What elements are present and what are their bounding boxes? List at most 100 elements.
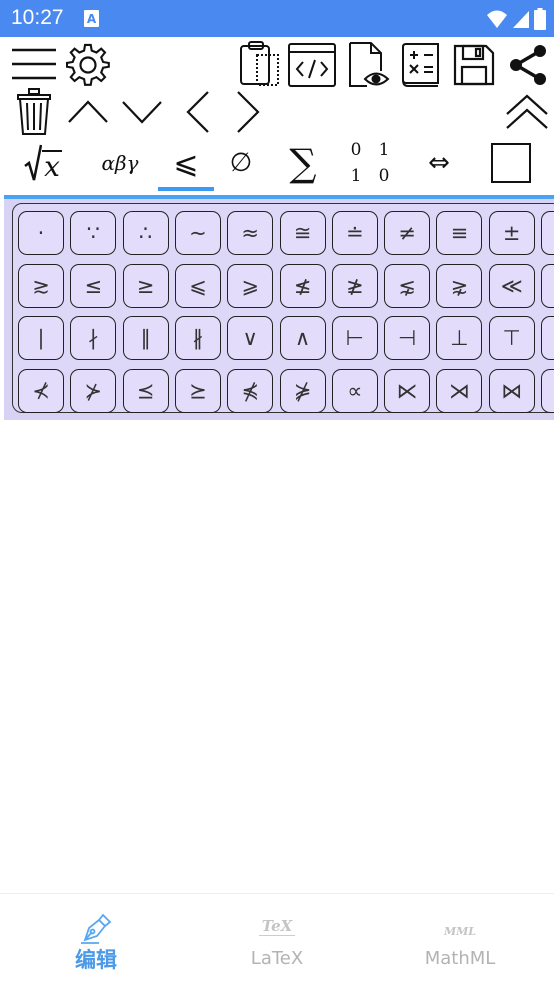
symbol-key[interactable]: ⋠	[227, 368, 274, 413]
menu-button[interactable]	[9, 44, 59, 84]
wifi-icon	[487, 10, 507, 28]
symbol-key[interactable]: ≐	[331, 211, 378, 255]
symbol-key[interactable]: ⊣	[384, 316, 431, 360]
symbol-key[interactable]: ≤	[70, 263, 117, 308]
symbol-key[interactable]: ≪	[488, 263, 535, 308]
nav-latex-label: LaTeX	[250, 948, 304, 969]
save-button[interactable]	[452, 42, 496, 88]
tab-sqrt[interactable]: x	[14, 140, 72, 186]
symbol-key[interactable]: ∣	[18, 316, 64, 360]
tab-sum[interactable]: ∑	[276, 140, 330, 186]
symbol-key[interactable]: ⋉	[384, 368, 431, 413]
preview-icon	[349, 42, 390, 87]
symbol-key[interactable]: ⋧	[436, 263, 483, 308]
symbol-key[interactable]: ∨	[227, 316, 274, 360]
symbol-key[interactable]: ⊢	[331, 316, 378, 360]
move-down-button[interactable]	[120, 94, 164, 130]
symbol-key[interactable]: ⋦	[384, 263, 431, 308]
symbol-key[interactable]: ⊥	[436, 316, 483, 360]
symbol-key[interactable]: ±	[488, 211, 535, 255]
mml-icon-text: MML	[443, 925, 477, 938]
symbol-key[interactable]: ·	[18, 211, 64, 255]
calculator-button[interactable]	[400, 42, 444, 88]
symbol-key[interactable]: ∼	[174, 211, 221, 255]
sqrt-icon	[24, 144, 43, 181]
move-left-button[interactable]	[180, 90, 216, 134]
symbol-key[interactable]: ∝	[331, 368, 378, 413]
symbol-key[interactable]: ⋈	[488, 368, 535, 413]
symbol-key[interactable]: ⊁	[70, 368, 117, 413]
symbol-key[interactable]: ⋡	[279, 368, 326, 413]
settings-button[interactable]	[64, 42, 112, 88]
nav-edit[interactable]: 编辑	[4, 894, 188, 985]
mml-icon: MML	[368, 920, 552, 939]
menu-icon	[12, 48, 56, 80]
symbol-key[interactable]: ∦	[174, 316, 221, 360]
nav-mathml[interactable]: MML MathML	[368, 894, 552, 985]
symbol-key-partial[interactable]	[541, 368, 554, 413]
tab-relations[interactable]: ⩽	[158, 140, 214, 186]
status-time: 10:27	[11, 6, 64, 29]
delete-button[interactable]	[14, 88, 54, 136]
tex-icon: TeX	[185, 916, 369, 936]
move-up-button[interactable]	[66, 94, 110, 130]
matrix-cell: 0	[378, 166, 390, 186]
battery-icon	[534, 8, 546, 30]
preview-button[interactable]	[344, 41, 392, 89]
tab-greek[interactable]: αβγ	[88, 140, 152, 186]
tab-arrows[interactable]: ⇔	[414, 140, 464, 186]
symbol-key[interactable]: ⋊	[436, 368, 483, 413]
share-button[interactable]	[506, 42, 550, 88]
symbol-key[interactable]: ∵	[70, 211, 117, 255]
tab-box[interactable]	[486, 140, 536, 186]
nav-edit-label: 编辑	[75, 948, 117, 972]
arrow-left-icon	[186, 91, 209, 133]
symbol-key[interactable]: ∴	[122, 211, 169, 255]
matrix-cell: 1	[350, 166, 362, 186]
symbol-key[interactable]: ≈	[227, 211, 274, 255]
save-icon	[453, 44, 495, 86]
symbol-key[interactable]: ⪯	[122, 368, 169, 413]
symbol-key-partial[interactable]	[541, 316, 554, 360]
symbol-key[interactable]: ∧	[279, 316, 326, 360]
symbol-key[interactable]: ≳	[18, 263, 64, 308]
settings-icon	[66, 43, 110, 86]
symbol-key-partial[interactable]	[541, 211, 554, 255]
symbol-key[interactable]: ⩽	[174, 263, 221, 308]
code-button[interactable]	[288, 42, 336, 88]
share-icon	[510, 45, 546, 85]
symbol-key[interactable]: ⩾	[227, 263, 274, 308]
tab-sets[interactable]: ∅	[218, 140, 264, 186]
symbol-key-partial[interactable]	[541, 263, 554, 308]
tab-sets-label: ∅	[229, 148, 253, 178]
symbol-key[interactable]: ⊤	[488, 316, 535, 360]
clipboard-button[interactable]	[236, 40, 282, 88]
symbol-key[interactable]: ≱	[331, 263, 378, 308]
tab-matrix[interactable]: 0 1 1 0	[342, 140, 398, 186]
calculator-icon	[402, 43, 439, 87]
nav-mathml-label: MathML	[424, 948, 496, 969]
symbol-key[interactable]: ≡	[436, 211, 483, 255]
collapse-button[interactable]	[504, 92, 550, 132]
matrix-icon: 0 1 1 0	[342, 138, 398, 188]
arrow-up-icon	[68, 100, 108, 123]
symbol-key[interactable]: ⪰	[174, 368, 221, 413]
bottom-navigation: 编辑 TeX LaTeX MML MathML	[0, 893, 554, 985]
tex-icon-text: TeX	[258, 917, 296, 936]
symbol-key[interactable]: ∥	[122, 316, 169, 360]
tab-greek-label: αβγ	[101, 151, 139, 175]
box-icon	[491, 143, 531, 183]
symbol-key[interactable]: ≠	[384, 211, 431, 255]
move-right-button[interactable]	[230, 90, 266, 134]
symbol-key[interactable]: ⊀	[18, 368, 64, 413]
symbol-key[interactable]: ≰	[279, 263, 326, 308]
tab-sum-label: ∑	[289, 141, 317, 185]
a-icon: A	[84, 10, 99, 27]
symbol-key[interactable]: ≥	[122, 263, 169, 308]
symbol-key[interactable]: ∤	[70, 316, 117, 360]
clipboard-icon	[240, 41, 279, 86]
status-bar: 10:27 A	[0, 0, 554, 37]
matrix-cell: 0	[350, 140, 362, 160]
symbol-key[interactable]: ≅	[279, 211, 326, 255]
nav-latex[interactable]: TeX LaTeX	[185, 894, 369, 985]
